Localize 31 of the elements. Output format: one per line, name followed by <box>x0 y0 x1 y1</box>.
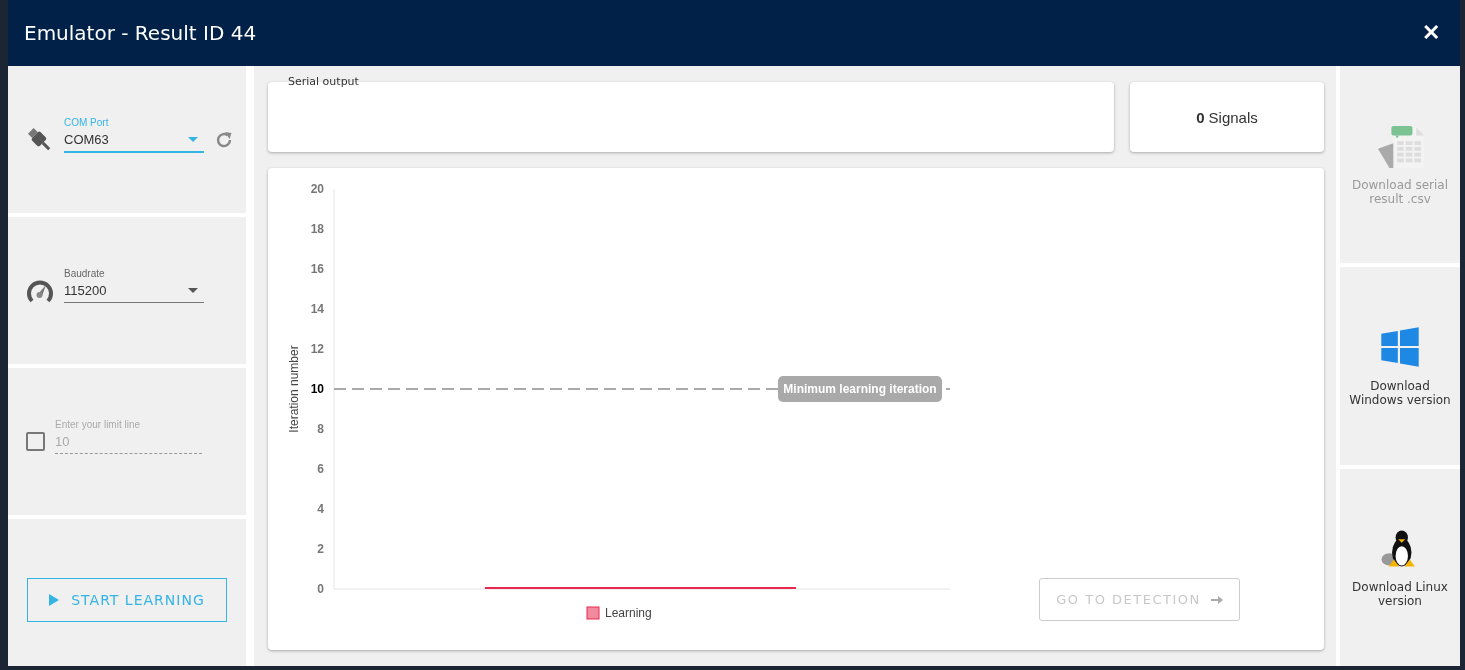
baudrate-select[interactable]: Baudrate 115200 <box>64 268 204 303</box>
arrow-icon <box>1210 593 1223 606</box>
play-icon <box>49 593 60 606</box>
ref-line-label: Minimum learning iteration <box>783 382 937 396</box>
y-tick-label: 16 <box>310 262 324 276</box>
y-tick-label: 2 <box>317 542 324 556</box>
y-tick-label: 6 <box>317 462 324 476</box>
legend-label: Learning <box>605 606 652 620</box>
y-tick-label: 18 <box>310 222 324 236</box>
close-button[interactable]: ✕ <box>1418 18 1444 48</box>
serial-output-label: Serial output <box>288 75 359 88</box>
y-tick-label: 14 <box>310 302 324 316</box>
y-tick-label: 4 <box>317 502 324 516</box>
annotation-label: Minimum learning iteration <box>778 376 942 402</box>
com-port-select[interactable]: COM Port COM63 <box>64 116 204 153</box>
signals-label: Signals <box>1208 108 1258 126</box>
y-axis-title: Iteration number <box>287 345 301 433</box>
caret-icon <box>188 136 198 142</box>
legend-swatch <box>586 606 600 620</box>
download-button[interactable]: Download Windows version <box>1340 267 1460 465</box>
y-tick-label: 0 <box>317 582 324 596</box>
y-tick-label: 20 <box>310 182 324 196</box>
y-tick-label: 10 <box>310 382 324 396</box>
window-title: Emulator - Result ID 44 <box>24 21 257 45</box>
y-tick-label: 12 <box>310 342 324 356</box>
caret-icon <box>188 288 198 293</box>
csv-file-icon <box>1376 123 1424 168</box>
refresh-icon[interactable] <box>214 129 234 150</box>
download-button[interactable]: Download Linux version <box>1340 468 1460 666</box>
signal-count: 0 <box>1196 108 1205 126</box>
y-tick-label: 8 <box>317 422 324 436</box>
